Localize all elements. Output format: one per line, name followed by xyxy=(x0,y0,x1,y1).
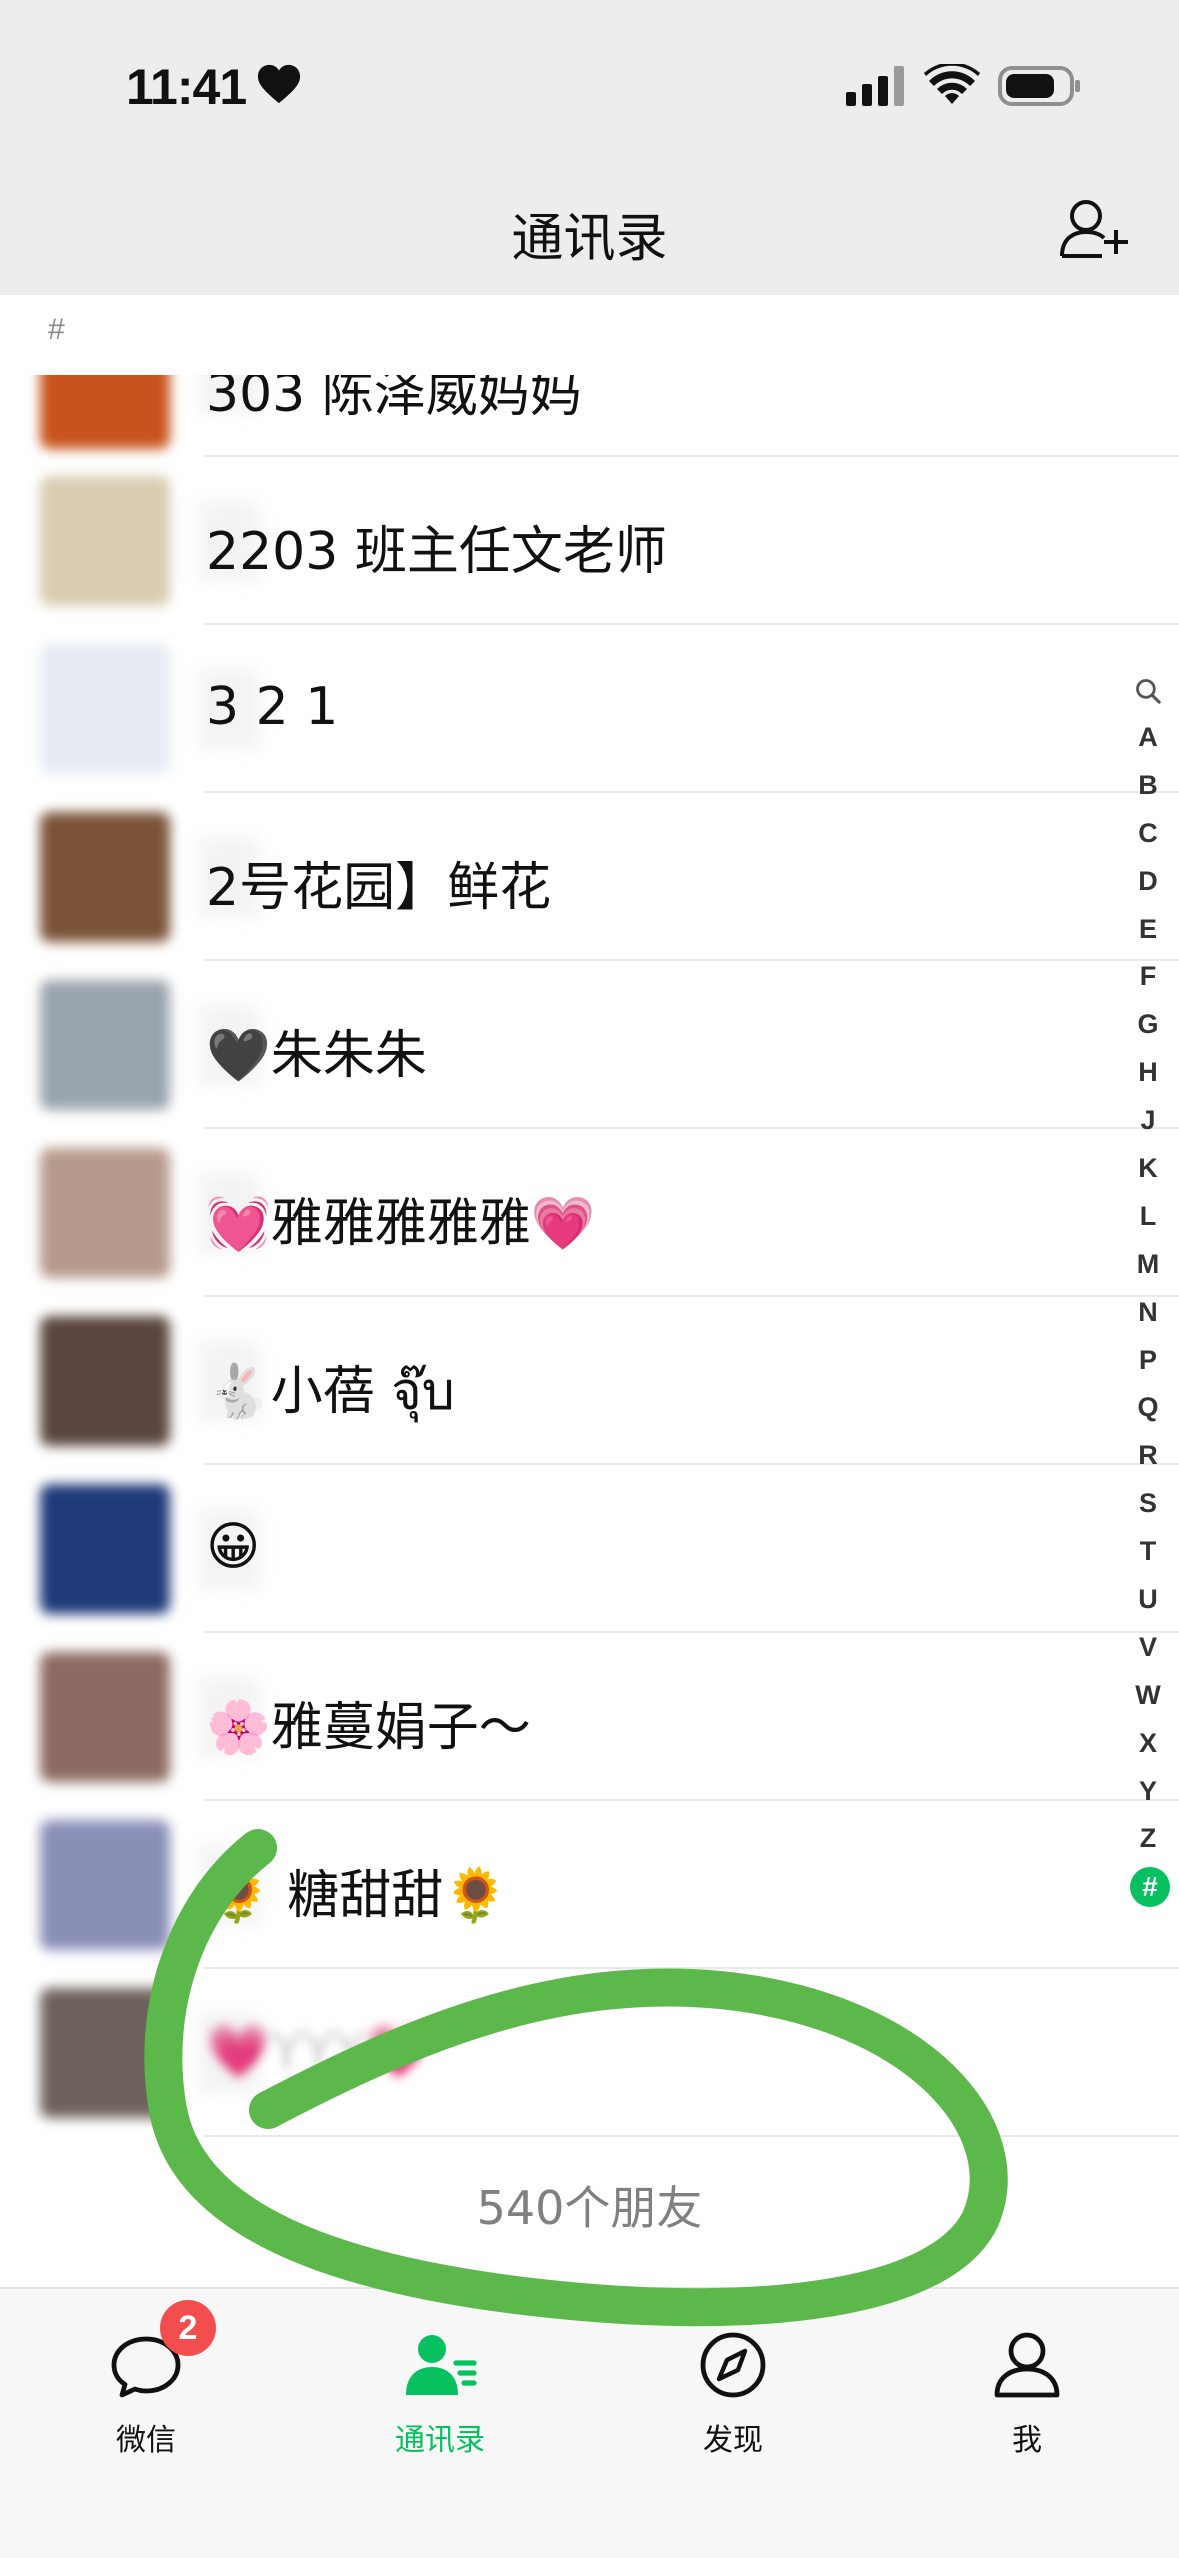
index-key[interactable]: E xyxy=(1130,906,1166,954)
contact-name: 2203 班主任文老师 xyxy=(206,522,667,582)
tab-label: 我 xyxy=(1012,2423,1042,2458)
contact-name: 3 2 1 xyxy=(206,677,339,737)
tab-label: 发现 xyxy=(703,2423,763,2458)
unread-badge: 2 xyxy=(160,2300,216,2356)
tab-label: 微信 xyxy=(116,2423,176,2458)
contact-row[interactable]: 🌻 糖甜甜🌻 xyxy=(0,1801,1179,1969)
contact-name: 🐇小蓓 จุ๊บ xyxy=(206,1362,455,1422)
person-icon xyxy=(994,2332,1060,2398)
avatar xyxy=(40,1316,170,1446)
index-key[interactable]: M xyxy=(1130,1241,1166,1289)
avatar xyxy=(40,812,170,942)
index-key[interactable]: K xyxy=(1130,1145,1166,1193)
index-key[interactable]: H xyxy=(1130,1049,1166,1097)
avatar xyxy=(40,644,170,774)
tab-discover[interactable]: 发现 xyxy=(643,2325,823,2465)
page-title: 通讯录 xyxy=(511,209,668,269)
contact-row[interactable]: 2203 班主任文老师 xyxy=(0,457,1179,625)
contact-row[interactable]: 💓雅雅雅雅雅💗 xyxy=(0,1129,1179,1297)
wifi-icon xyxy=(924,64,980,104)
avatar xyxy=(40,1820,170,1950)
heart-icon xyxy=(257,64,301,104)
contact-row[interactable]: 😀 xyxy=(0,1465,1179,1633)
index-key[interactable]: P xyxy=(1130,1337,1166,1385)
index-key[interactable]: Y xyxy=(1130,1768,1166,1816)
contact-name: 2号花园】鲜花 xyxy=(206,858,552,918)
section-key: # xyxy=(48,313,65,346)
status-time: 11:41 xyxy=(126,59,247,115)
index-key-active[interactable]: # xyxy=(1130,1867,1170,1908)
contact-name: 💓雅雅雅雅雅💗 xyxy=(206,1194,596,1254)
contact-row[interactable]: 2号花园】鲜花 xyxy=(0,793,1179,961)
contact-name: 💗YYY💗 xyxy=(206,2022,431,2082)
avatar xyxy=(40,476,170,606)
index-key[interactable]: J xyxy=(1130,1097,1166,1145)
add-contact-icon[interactable] xyxy=(1058,196,1130,260)
contacts-icon xyxy=(406,2335,477,2395)
battery-icon xyxy=(998,66,1080,106)
contact-row[interactable]: 3 2 1 xyxy=(0,625,1179,793)
avatar xyxy=(40,1988,170,2118)
index-key[interactable]: D xyxy=(1130,858,1166,906)
index-key[interactable]: Z xyxy=(1130,1815,1166,1863)
friend-count: 540个朋友 xyxy=(476,2181,703,2235)
contact-row[interactable]: 303 陈泽威妈妈 xyxy=(0,375,1179,457)
alphabet-index[interactable]: A B C D E F G H J K L M N P Q R S T U V … xyxy=(1130,668,1170,1908)
avatar xyxy=(40,980,170,1110)
contact-name: 303 陈泽威妈妈 xyxy=(206,375,582,424)
contact-row[interactable]: 🖤朱朱朱 xyxy=(0,961,1179,1129)
index-key[interactable]: X xyxy=(1130,1720,1166,1768)
contact-list[interactable]: 303 陈泽威妈妈 2203 班主任文老师 3 2 1 2号花园】鲜花 🖤朱朱朱… xyxy=(0,375,1179,2287)
contact-row[interactable]: 🐇小蓓 จุ๊บ xyxy=(0,1297,1179,1465)
tab-contacts[interactable]: 通讯录 xyxy=(350,2325,530,2465)
top-bar: 11:41 通讯录 xyxy=(0,0,1179,295)
index-key[interactable]: A xyxy=(1130,714,1166,762)
contact-name: 😀 xyxy=(206,1517,261,1577)
tab-label: 通讯录 xyxy=(395,2423,485,2458)
compass-icon xyxy=(700,2332,766,2398)
index-key[interactable]: W xyxy=(1130,1672,1166,1720)
contact-name: 🌻 糖甜甜🌻 xyxy=(206,1866,509,1926)
index-key[interactable]: R xyxy=(1130,1432,1166,1480)
index-key[interactable]: L xyxy=(1130,1193,1166,1241)
avatar xyxy=(40,1652,170,1782)
search-icon[interactable] xyxy=(1134,677,1162,705)
index-key[interactable]: C xyxy=(1130,810,1166,858)
section-header: # xyxy=(0,295,1179,377)
avatar xyxy=(40,375,170,449)
contact-name: 🌸雅蔓娟子～ xyxy=(206,1698,531,1758)
index-key[interactable]: N xyxy=(1130,1289,1166,1337)
contact-name: 🖤朱朱朱 xyxy=(206,1026,427,1086)
index-key[interactable]: T xyxy=(1130,1528,1166,1576)
index-key[interactable]: G xyxy=(1130,1001,1166,1049)
avatar xyxy=(40,1148,170,1278)
tab-me[interactable]: 我 xyxy=(937,2325,1117,2465)
cellular-signal-icon xyxy=(846,66,904,106)
index-key[interactable]: Q xyxy=(1130,1384,1166,1432)
contact-row[interactable]: 🌸雅蔓娟子～ xyxy=(0,1633,1179,1801)
index-key[interactable]: B xyxy=(1130,762,1166,810)
contact-row[interactable]: 💗YYY💗 xyxy=(0,1969,1179,2137)
index-key[interactable]: V xyxy=(1130,1624,1166,1672)
index-key[interactable]: S xyxy=(1130,1480,1166,1528)
index-key[interactable]: U xyxy=(1130,1576,1166,1624)
avatar xyxy=(40,1484,170,1614)
index-key[interactable]: F xyxy=(1130,953,1166,1001)
